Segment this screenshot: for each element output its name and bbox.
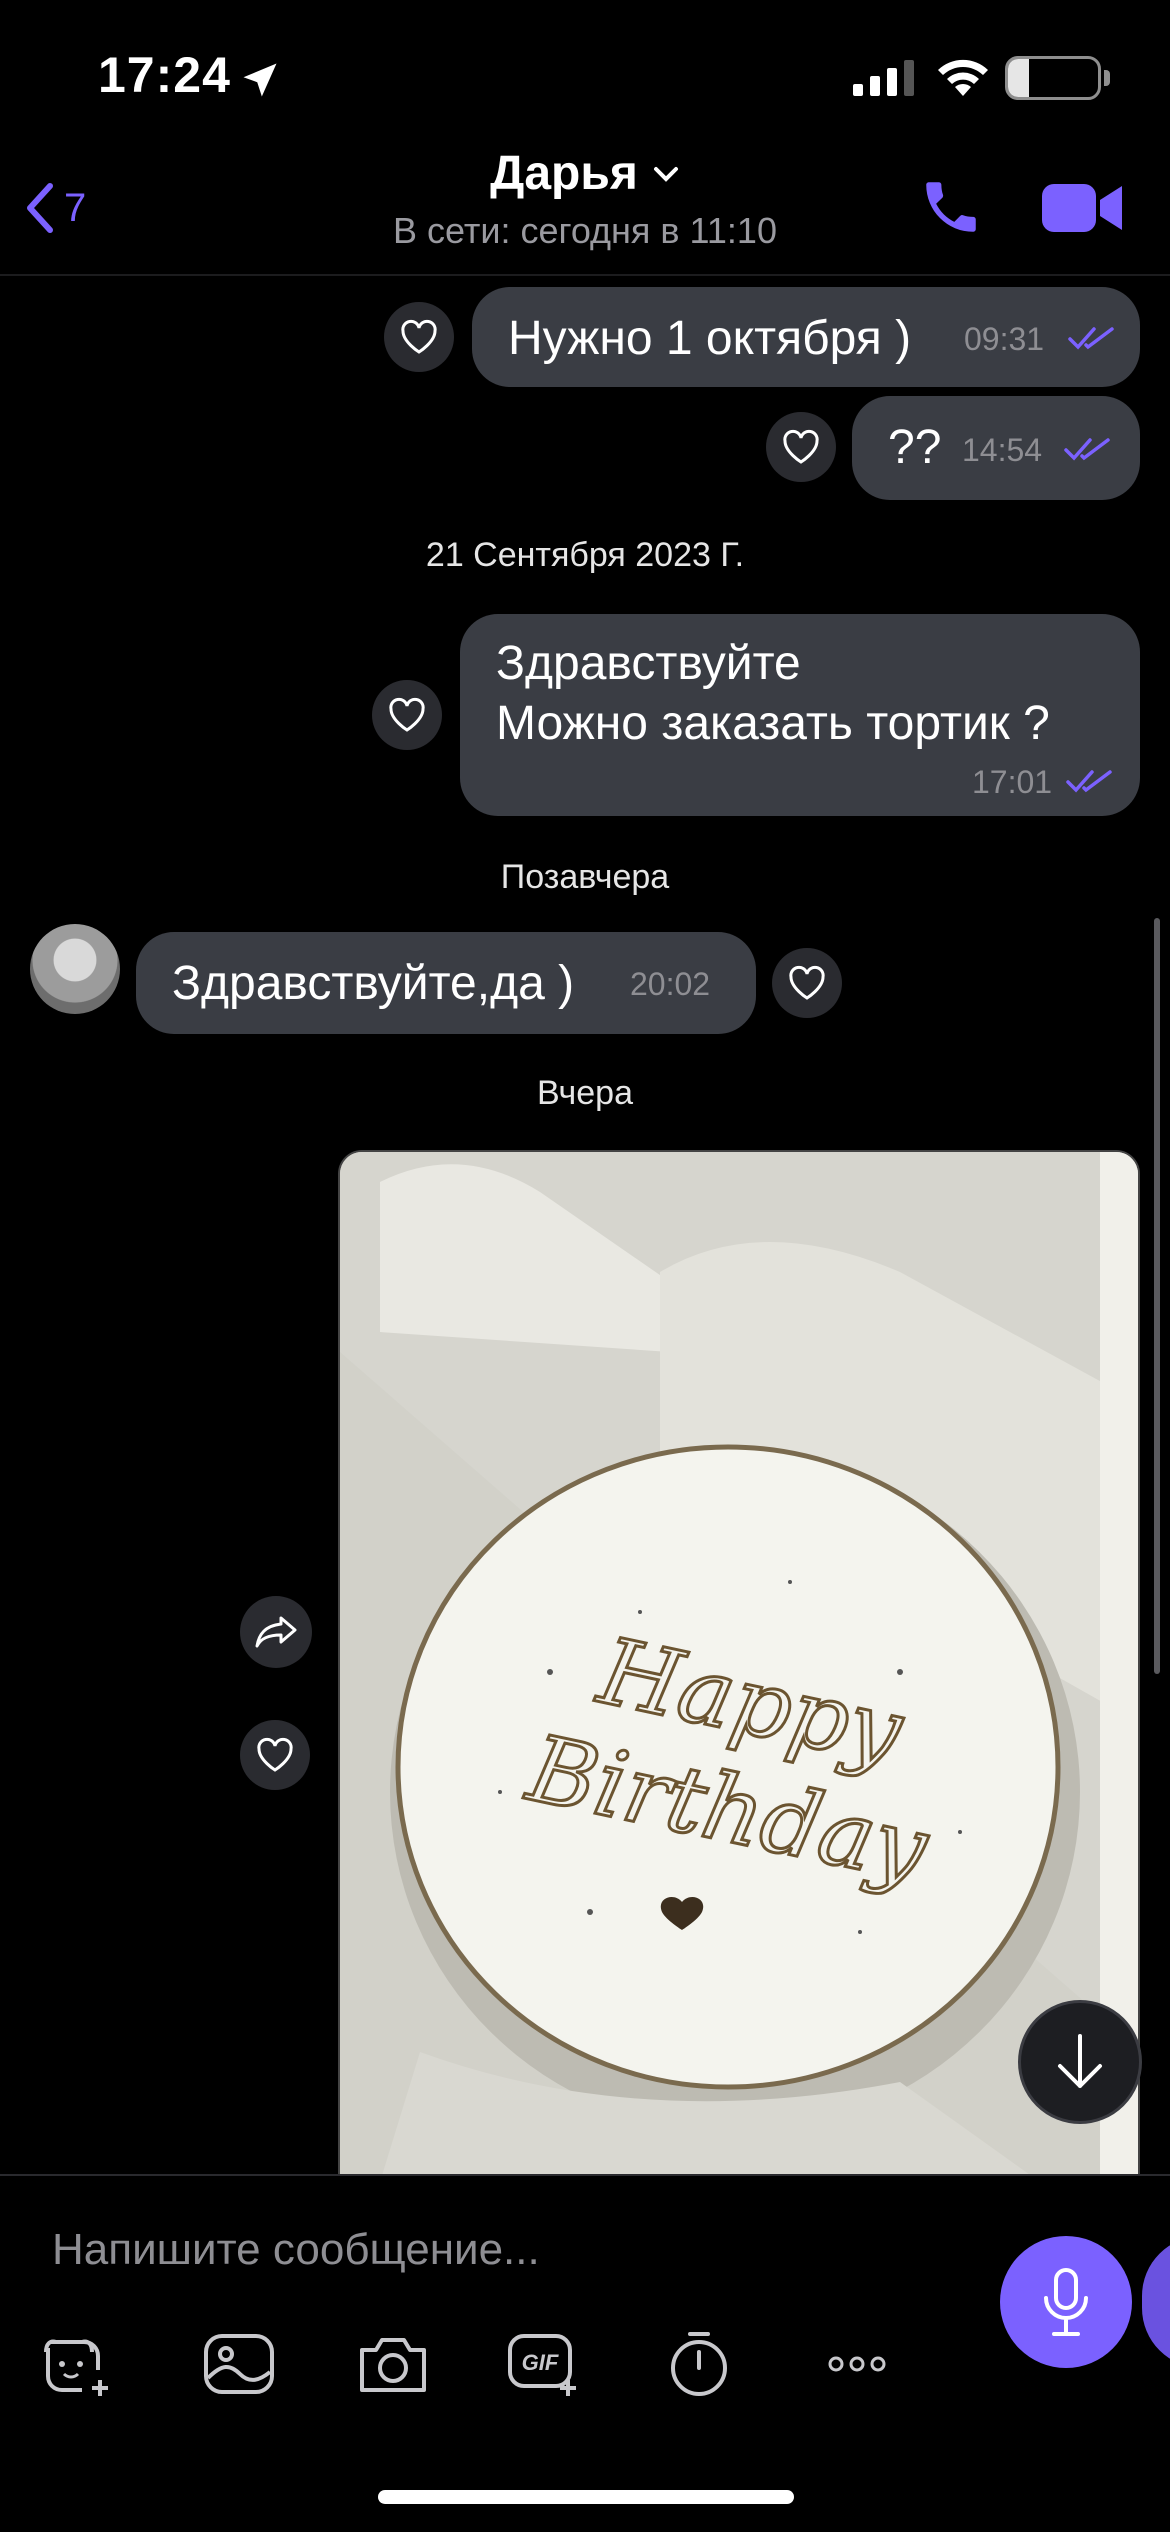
date-separator: 21 Сентября 2023 Г. xyxy=(425,536,745,574)
gallery-button[interactable] xyxy=(200,2328,278,2398)
date-separator: Позавчера xyxy=(500,858,670,896)
message-text: Здравствуйте,да ) xyxy=(172,957,575,1010)
voice-message-button[interactable] xyxy=(1000,2236,1132,2368)
more-button[interactable] xyxy=(818,2328,896,2398)
header-divider xyxy=(0,274,1170,276)
message-time: 17:01 xyxy=(972,764,1053,800)
share-arrow-icon xyxy=(255,1616,297,1648)
cellular-signal-icon xyxy=(853,60,914,96)
message-time: 09:31 xyxy=(964,321,1045,357)
camera-icon xyxy=(360,2338,426,2392)
wifi-icon xyxy=(938,59,988,96)
like-button[interactable] xyxy=(240,1720,310,1790)
like-button[interactable] xyxy=(766,412,836,482)
chevron-left-icon xyxy=(27,183,53,233)
message-bubble[interactable]: Здравствуйте Можно заказать тортик ? 17:… xyxy=(460,614,1140,816)
sticker-button[interactable] xyxy=(40,2328,118,2398)
gif-button[interactable]: GIF xyxy=(506,2328,584,2398)
double-check-icon xyxy=(1064,438,1110,461)
message-time: 14:54 xyxy=(962,432,1043,468)
battery-tip xyxy=(1104,70,1110,86)
message-bubble[interactable]: Здравствуйте,да ) 20:02 xyxy=(136,932,756,1034)
chevron-down-icon xyxy=(653,166,678,182)
message-time: 20:02 xyxy=(630,966,711,1002)
timer-button[interactable] xyxy=(660,2328,738,2398)
timer-icon xyxy=(671,2332,727,2396)
microphone-icon xyxy=(1044,2268,1088,2336)
message-text-line: Можно заказать тортик ? xyxy=(496,697,1050,750)
message-input[interactable] xyxy=(52,2210,952,2290)
like-button[interactable] xyxy=(372,680,442,750)
message-text-line: Здравствуйте xyxy=(496,637,801,690)
scrollbar[interactable] xyxy=(1154,918,1160,1674)
message-bubble[interactable]: ?? 14:54 xyxy=(852,396,1140,500)
location-arrow-icon xyxy=(243,63,277,97)
sticker-icon xyxy=(44,2339,108,2396)
gallery-icon xyxy=(204,2334,274,2394)
unread-count: 7 xyxy=(64,185,87,230)
scroll-to-bottom-button[interactable] xyxy=(1018,2000,1142,2124)
message-bubble[interactable]: Нужно 1 октября ) 09:31 xyxy=(472,287,1140,387)
message-text: Нужно 1 октября ) xyxy=(508,312,912,365)
svg-text:GIF: GIF xyxy=(522,2350,559,2375)
home-indicator[interactable] xyxy=(378,2490,794,2504)
double-check-icon xyxy=(1068,327,1114,350)
heart-icon xyxy=(389,697,425,732)
more-icon xyxy=(828,2356,886,2372)
contact-name-button[interactable]: Дарья xyxy=(385,146,785,201)
battery-level: 23 xyxy=(1035,60,1071,96)
status-time: 17:24 xyxy=(98,47,231,103)
like-button[interactable] xyxy=(384,302,454,372)
heart-icon xyxy=(257,1737,293,1772)
message-text: ?? xyxy=(888,421,942,474)
heart-icon xyxy=(783,429,819,464)
phone-call-icon[interactable] xyxy=(918,174,984,240)
forward-button[interactable] xyxy=(240,1596,312,1668)
battery-icon: 23 xyxy=(1005,56,1101,100)
video-call-icon[interactable] xyxy=(1040,178,1124,238)
double-check-icon xyxy=(1066,770,1112,793)
like-button[interactable] xyxy=(772,948,842,1018)
heart-icon xyxy=(789,965,825,1000)
composer-divider xyxy=(0,2174,1170,2176)
back-button[interactable]: 7 xyxy=(22,180,86,236)
heart-icon xyxy=(401,319,437,354)
camera-button[interactable] xyxy=(354,2328,432,2398)
avatar[interactable] xyxy=(30,924,120,1014)
cake-photo: Happy Birthday xyxy=(340,1152,1138,2178)
photo-message[interactable]: Happy Birthday xyxy=(338,1150,1140,2180)
arrow-down-icon xyxy=(1058,2034,1102,2088)
gif-icon: GIF xyxy=(508,2334,576,2396)
contact-name: Дарья xyxy=(490,147,638,200)
date-separator: Вчера xyxy=(537,1074,633,1112)
contact-status: В сети: сегодня в 11:10 xyxy=(393,210,777,251)
